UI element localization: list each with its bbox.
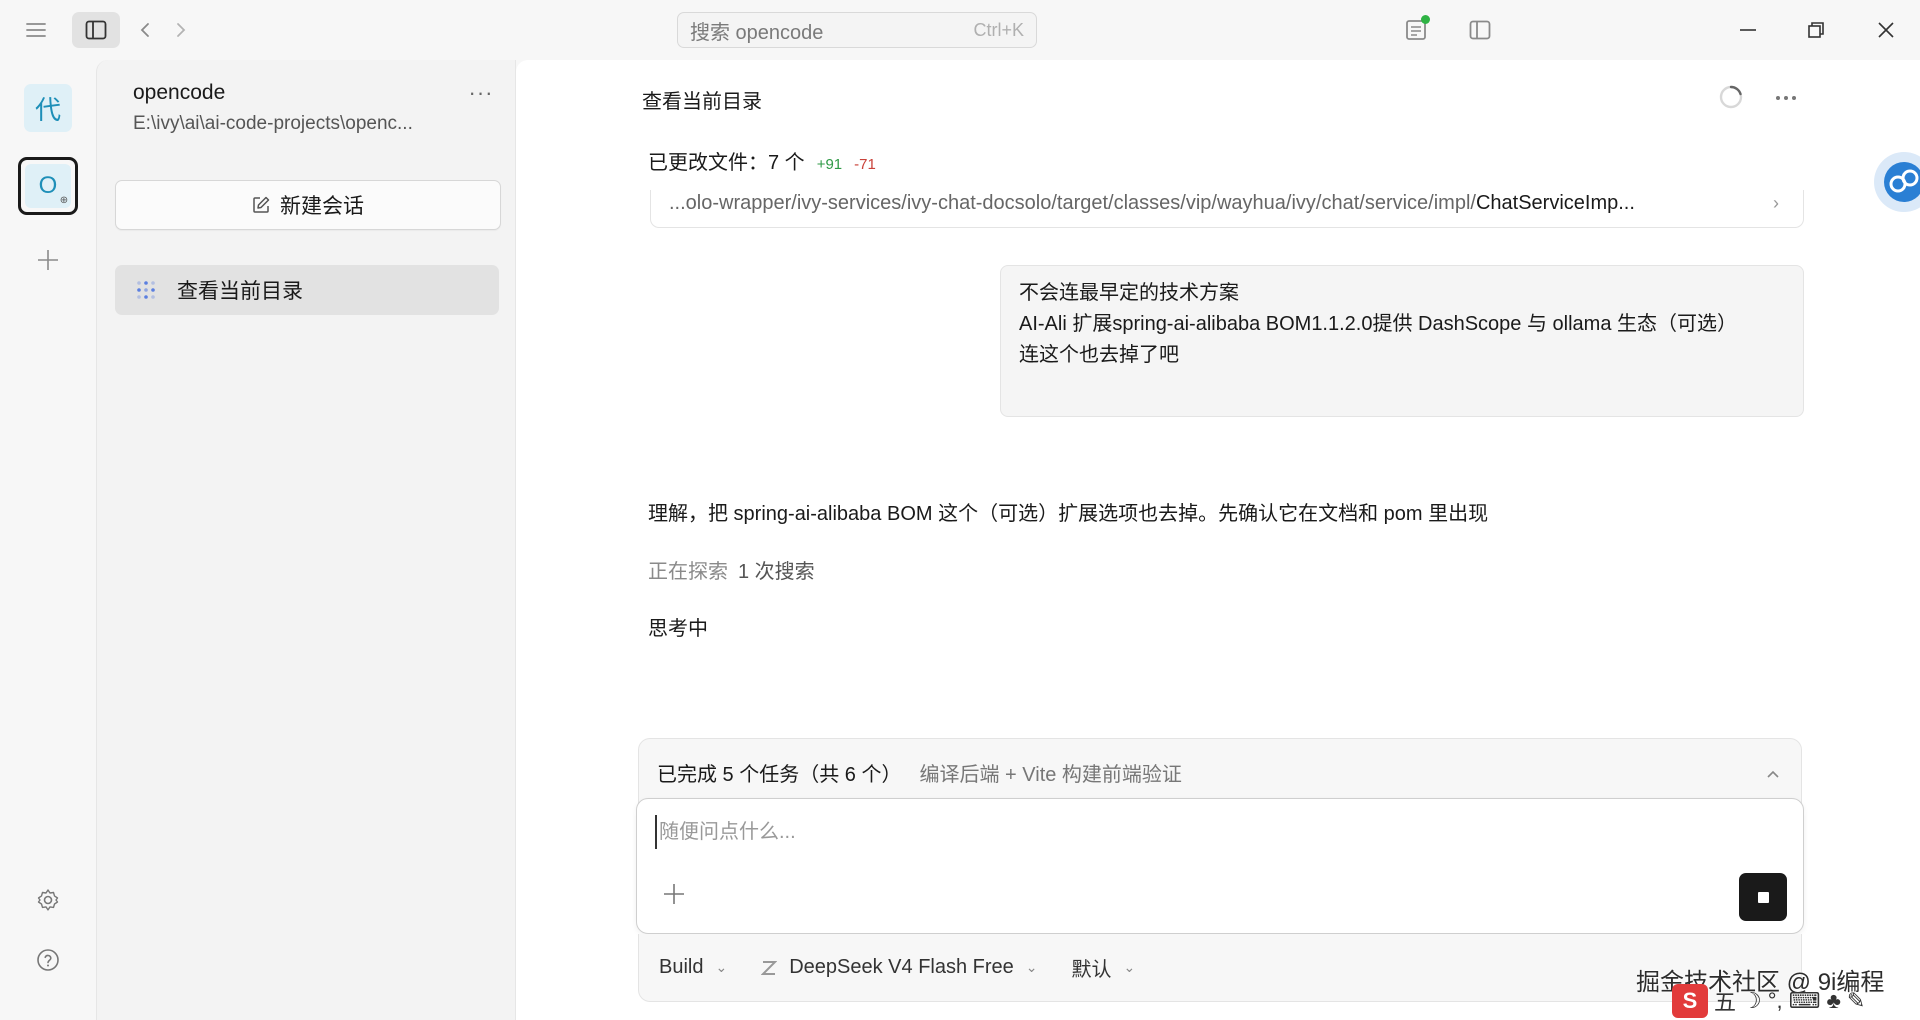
- moon-icon: ☽: [1742, 988, 1762, 1013]
- plus-icon[interactable]: [659, 879, 689, 909]
- exploring-status[interactable]: 正在探索 1 次搜索: [648, 555, 815, 584]
- project-initial: O: [38, 172, 58, 199]
- chevron-up-icon[interactable]: [1767, 761, 1779, 784]
- ime-logo-icon: S: [1672, 984, 1708, 1018]
- prompt-input[interactable]: [655, 815, 1755, 849]
- variant-select[interactable]: 默认 ⌄: [1072, 953, 1136, 982]
- thinking-status: 思考中: [648, 618, 708, 640]
- project-badge-icon: ⊕: [59, 195, 69, 206]
- status-dot: [1421, 15, 1430, 24]
- chevron-right-icon: ›: [1773, 193, 1779, 213]
- sessions-panel: opencode E:\ivy\ai\ai-code-projects\open…: [96, 60, 516, 1020]
- search-input[interactable]: 搜索 opencode Ctrl+K: [677, 12, 1037, 48]
- file-path: ...olo-wrapper/ivy-services/ivy-chat-doc…: [669, 192, 1635, 214]
- user-message: 不会连最早定的技术方案 AI-Ali 扩展spring-ai-alibaba B…: [1000, 265, 1804, 417]
- restore-icon[interactable]: [1796, 12, 1836, 48]
- composer-options-bar: Build ⌄ DeepSeek V4 Flash Free ⌄ 默认 ⌄: [638, 934, 1802, 1002]
- search-shortcut: Ctrl+K: [973, 19, 1024, 40]
- project-more-icon[interactable]: ···: [463, 78, 499, 108]
- floating-assistant-icon[interactable]: [1874, 152, 1920, 212]
- agent-label: Build: [659, 956, 704, 978]
- changed-files-summary[interactable]: 已更改文件：7 个 +91 -71: [648, 146, 876, 175]
- close-icon[interactable]: [1866, 12, 1906, 48]
- project-avatar-dai[interactable]: 代: [24, 84, 72, 132]
- file-name: ChatServiceImp...: [1475, 192, 1635, 214]
- project-name: opencode: [133, 81, 226, 104]
- stop-button[interactable]: [1739, 873, 1787, 921]
- search-count: 1 次搜索: [738, 561, 815, 583]
- tasks-progress-bar[interactable]: 已完成 5 个任务（共 6 个） 编译后端 + Vite 构建前端验证: [638, 738, 1802, 806]
- help-icon[interactable]: [30, 942, 66, 978]
- stop-icon: [1757, 891, 1769, 903]
- skin-icon: ♣: [1826, 988, 1841, 1013]
- punctuation-icon: °,: [1767, 988, 1783, 1013]
- message-composer: [636, 798, 1804, 934]
- edit-icon: [253, 196, 270, 213]
- changed-files-label: 已更改文件：7 个: [648, 152, 805, 174]
- agent-select[interactable]: Build ⌄: [659, 956, 727, 979]
- tools-icon: ✎: [1846, 988, 1866, 1013]
- loading-dots-icon: [137, 281, 155, 299]
- model-select[interactable]: DeepSeek V4 Flash Free ⌄: [761, 956, 1038, 979]
- add-project-icon[interactable]: [30, 242, 66, 278]
- new-session-label: 新建会话: [280, 195, 364, 218]
- back-icon[interactable]: [130, 12, 160, 48]
- changed-file-row[interactable]: ...olo-wrapper/ivy-services/ivy-chat-doc…: [650, 190, 1804, 228]
- sidebar-toggle-icon[interactable]: [72, 12, 120, 48]
- tasks-done-label: 已完成 5 个任务（共 6 个）: [657, 763, 902, 786]
- variant-label: 默认: [1071, 959, 1112, 981]
- chevron-down-icon: ⌄: [1123, 959, 1136, 975]
- user-message-line: AI-Ali 扩展spring-ai-alibaba BOM1.1.2.0提供 …: [1019, 313, 1738, 335]
- model-provider-icon: [761, 960, 778, 975]
- minimize-icon[interactable]: [1728, 12, 1768, 48]
- assistant-message: 理解，把 spring-ai-alibaba BOM 这个（可选）扩展选项也去掉…: [648, 503, 1489, 525]
- keyboard-icon: ⌨: [1788, 988, 1821, 1013]
- session-label: 查看当前目录: [177, 280, 303, 303]
- settings-gear-icon[interactable]: [30, 882, 66, 918]
- new-session-button[interactable]: 新建会话: [115, 180, 501, 230]
- chevron-down-icon: ⌄: [1025, 959, 1038, 975]
- exploring-label: 正在探索: [648, 561, 728, 583]
- title-bar: 搜索 opencode Ctrl+K: [0, 0, 1920, 60]
- search-placeholder: 搜索 opencode: [690, 21, 824, 44]
- chevron-down-icon: ⌄: [715, 959, 728, 975]
- review-icon[interactable]: [1398, 12, 1434, 48]
- model-label: DeepSeek V4 Flash Free: [789, 956, 1014, 978]
- project-avatar-opencode[interactable]: O ⊕: [18, 157, 78, 215]
- ime-toolbar[interactable]: S 五 ☽ °, ⌨ ♣ ✎: [1672, 982, 1920, 1020]
- session-title: 查看当前目录: [642, 91, 762, 113]
- conversation-panel: 查看当前目录 已更改文件：7 个 +91 -71 ...olo-wrapper/…: [516, 60, 1920, 1020]
- session-item[interactable]: 查看当前目录: [115, 265, 499, 315]
- spinner-icon: [1718, 84, 1744, 110]
- more-options-icon[interactable]: [1768, 80, 1804, 116]
- forward-icon[interactable]: [166, 12, 196, 48]
- right-panel-icon[interactable]: [1462, 12, 1498, 48]
- current-task-label: 编译后端 + Vite 构建前端验证: [919, 763, 1182, 786]
- project-path: E:\ivy\ai\ai-code-projects\openc...: [133, 113, 413, 134]
- additions-count: +91: [816, 156, 843, 173]
- user-message-line: 连这个也去掉了吧: [1019, 344, 1179, 366]
- user-message-line: 不会连最早定的技术方案: [1019, 282, 1239, 304]
- deletions-count: -71: [854, 156, 876, 173]
- ime-mode-label: 五: [1714, 990, 1737, 1015]
- menu-icon[interactable]: [18, 12, 54, 48]
